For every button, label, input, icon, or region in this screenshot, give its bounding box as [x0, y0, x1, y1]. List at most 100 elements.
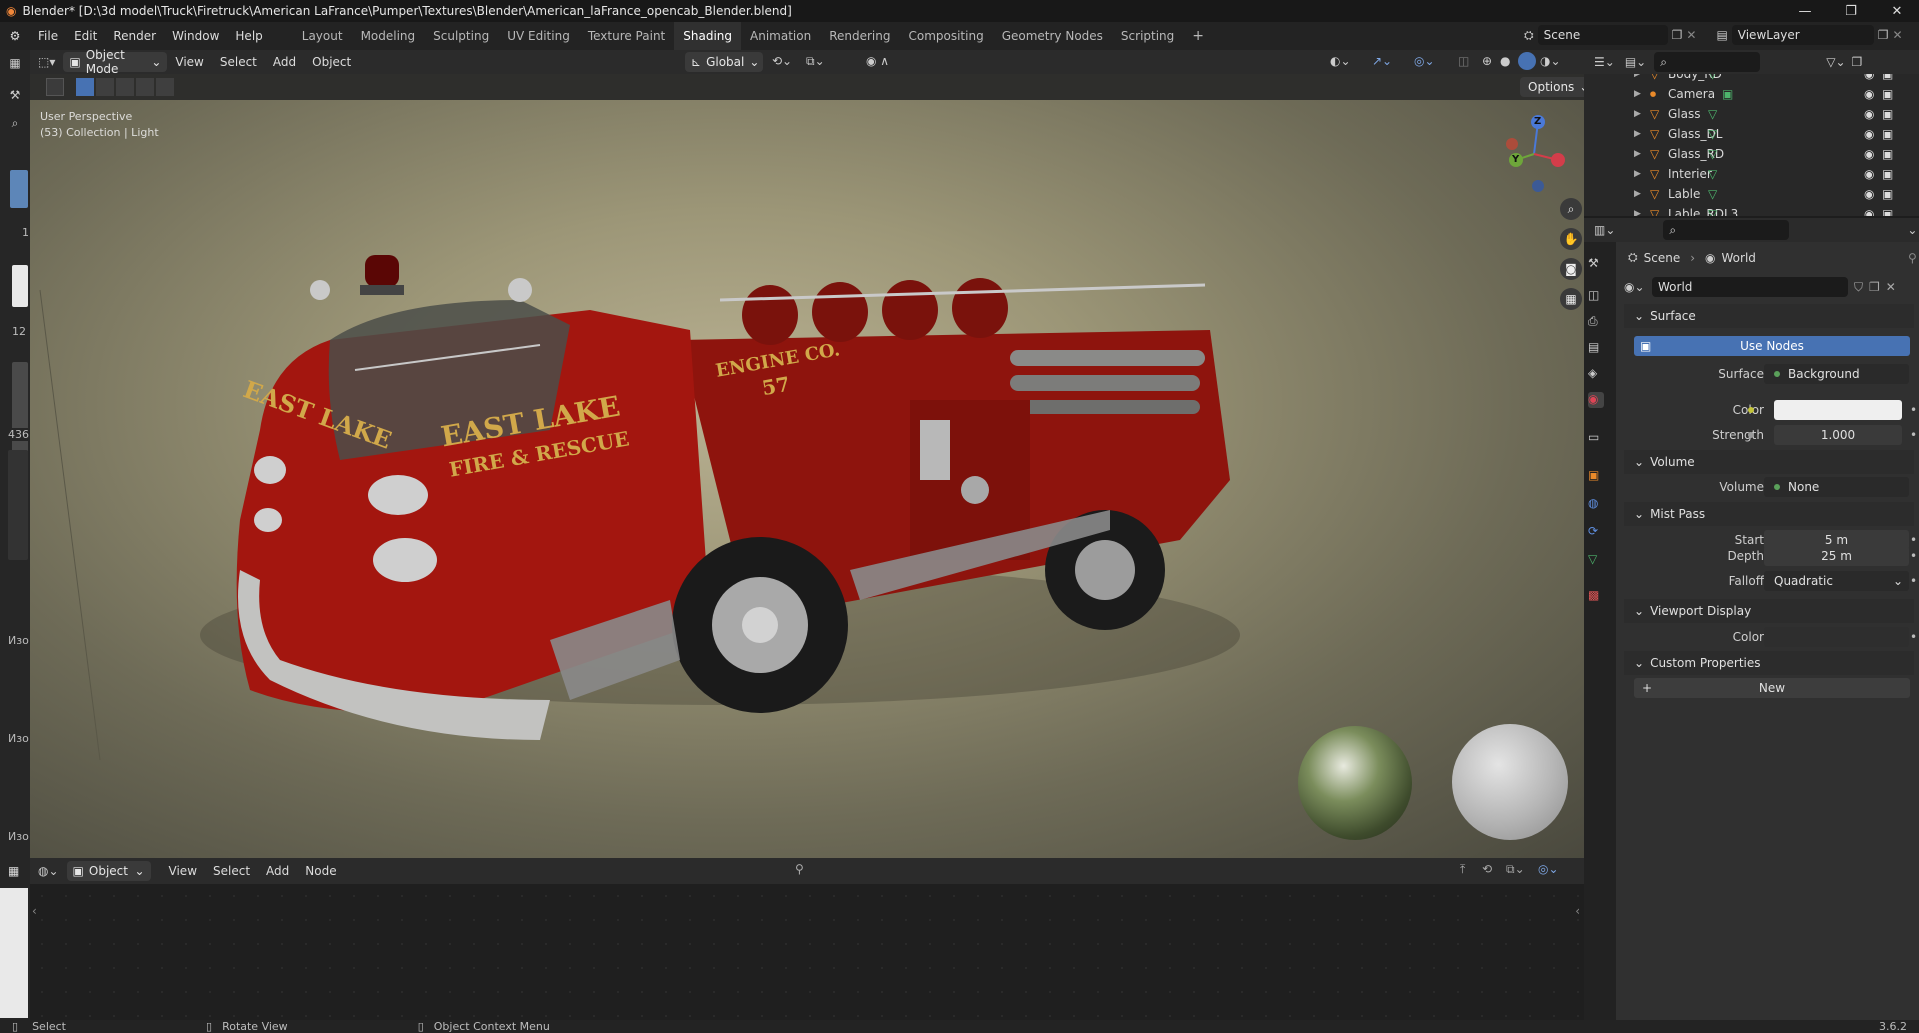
expand-toolbar-icon[interactable]: ‹ [32, 904, 37, 918]
outliner-item[interactable]: ▶ ⏺ Camera ▣ ◉ ▣ [1584, 84, 1893, 104]
pan-hand-icon[interactable]: ✋ [1560, 228, 1582, 250]
new-scene-icon[interactable]: ❐ [1672, 28, 1683, 42]
editor-type-icon[interactable]: ▦ [8, 864, 19, 878]
eye-icon[interactable]: ◉ [1864, 74, 1874, 81]
viewport-menu-add[interactable]: Add [265, 51, 304, 73]
pivot-icon[interactable]: ⟲⌄ [772, 54, 792, 68]
editor-type-icon[interactable]: ⬚▾ [30, 55, 63, 69]
unlink-icon[interactable]: ✕ [1886, 280, 1896, 294]
keyframe-dot-icon[interactable]: • [1910, 549, 1917, 563]
expand-arrow-icon[interactable]: ▶ [1634, 129, 1641, 139]
expand-arrow-icon[interactable]: ▶ [1634, 169, 1641, 179]
snap-icon[interactable]: ⧉⌄ [806, 54, 825, 69]
expand-arrow-icon[interactable]: ▶ [1634, 74, 1641, 79]
world-color-swatch[interactable] [1774, 400, 1902, 420]
viewport-color-swatch[interactable] [1764, 627, 1909, 647]
menu-help[interactable]: Help [227, 22, 270, 50]
camera-render-icon[interactable]: ▣ [1882, 207, 1893, 216]
camera-render-icon[interactable]: ▣ [1882, 87, 1893, 101]
tab-uv-editing[interactable]: UV Editing [498, 22, 579, 50]
keyframe-dot-icon[interactable]: • [1910, 630, 1917, 644]
expand-sidebar-icon[interactable]: ‹ [1575, 904, 1580, 918]
surface-shader-field[interactable]: Background [1764, 364, 1909, 384]
mode-selector[interactable]: ▣ Object Mode ⌄ [63, 48, 168, 76]
pin-icon[interactable]: ⚲ [1908, 251, 1917, 265]
rendered-shading-icon[interactable]: ◑⌄ [1540, 54, 1561, 68]
file-thumbnail[interactable] [8, 450, 28, 560]
properties-search-input[interactable]: ⌕ [1663, 220, 1790, 240]
world-tab-icon[interactable]: ◉ [1588, 392, 1604, 408]
file-thumbnail[interactable] [10, 170, 28, 208]
keyframe-dot-icon[interactable]: • [1910, 428, 1917, 442]
visibility-icon[interactable]: ◐⌄ [1330, 54, 1351, 68]
camera-render-icon[interactable]: ▣ [1882, 167, 1893, 181]
parent-node-icon[interactable]: ⤒ [1460, 862, 1465, 877]
tab-rendering[interactable]: Rendering [820, 22, 899, 50]
eye-icon[interactable]: ◉ [1864, 207, 1874, 216]
camera-render-icon[interactable]: ▣ [1882, 147, 1893, 161]
camera-render-icon[interactable]: ▣ [1882, 107, 1893, 121]
outliner-search-input[interactable]: ⌕ [1654, 52, 1761, 72]
wireframe-shading-icon[interactable]: ⊕ [1482, 54, 1492, 68]
tab-layout[interactable]: Layout [293, 22, 352, 50]
keyframe-dot-icon[interactable]: • [1910, 403, 1917, 417]
menu-file[interactable]: File [30, 22, 66, 50]
add-workspace-icon[interactable]: + [1183, 22, 1213, 50]
tab-compositing[interactable]: Compositing [899, 22, 992, 50]
select-tool-icon[interactable] [46, 78, 64, 96]
outliner-item[interactable]: ▶ ▽ Glass_DL ▽ ◉ ▣ [1584, 124, 1893, 144]
ortho-grid-icon[interactable]: ▦ [1560, 288, 1582, 310]
keyframe-dot-icon[interactable]: • [1910, 574, 1917, 588]
remove-scene-icon[interactable]: ✕ [1686, 28, 1696, 42]
viewport-menu-select[interactable]: Select [212, 51, 265, 73]
object-tab-icon[interactable]: ▣ [1588, 468, 1604, 484]
3d-viewport[interactable]: User Perspective (53) Collection | Light [30, 100, 1584, 858]
constraint-tab-icon[interactable]: ⟳ [1588, 524, 1604, 540]
camera-render-icon[interactable]: ▣ [1882, 74, 1893, 81]
pin-icon[interactable]: ⚲ [795, 862, 804, 876]
eye-icon[interactable]: ◉ [1864, 167, 1874, 181]
expand-arrow-icon[interactable]: ▶ [1634, 189, 1641, 199]
overlay-toggle-icon[interactable]: ◎⌄ [1414, 54, 1435, 68]
outliner-item[interactable]: ▶ ▽ Interier ▽ ◉ ▣ [1584, 164, 1893, 184]
menu-render[interactable]: Render [105, 22, 164, 50]
tool-icon[interactable]: ⚒ [4, 88, 26, 106]
viewport-menu-object[interactable]: Object [304, 51, 359, 73]
camera-view-icon[interactable]: ◙ [1560, 258, 1582, 280]
collection-tab-icon[interactable]: ▭ [1588, 430, 1604, 446]
eye-icon[interactable]: ◉ [1864, 107, 1874, 121]
custom-properties-section-header[interactable]: ⌄ Custom Properties [1624, 651, 1914, 675]
node-menu-select[interactable]: Select [205, 860, 258, 882]
expand-arrow-icon[interactable]: ▶ [1634, 209, 1641, 216]
material-preview-shading-icon[interactable] [1518, 52, 1536, 70]
modifier-tab-icon[interactable]: ◍ [1588, 496, 1604, 512]
proportional-edit-icon[interactable]: ◉ ∧ [866, 54, 889, 68]
solid-shading-icon[interactable]: ● [1500, 54, 1510, 68]
zoom-icon[interactable]: ⌕ [1560, 198, 1582, 220]
expand-arrow-icon[interactable]: ▶ [1634, 109, 1641, 119]
node-menu-add[interactable]: Add [258, 860, 297, 882]
editor-type-icon[interactable]: ☰⌄ [1584, 55, 1625, 69]
viewport-menu-view[interactable]: View [167, 51, 211, 73]
expand-arrow-icon[interactable]: ▶ [1634, 89, 1641, 99]
menu-window[interactable]: Window [164, 22, 227, 50]
editor-type-icon[interactable]: ◍⌄ [30, 864, 67, 878]
render-tab-icon[interactable]: ◫ [1588, 288, 1604, 304]
world-name-field[interactable]: World [1652, 277, 1848, 297]
outliner-list[interactable]: ▶ ▽ Body_RD ▽ ◉ ▣ ▶ ⏺ Camera ▣ ◉ ▣ ▶ ▽ Glass ▽ ◉ ▣ ▶ ▽ Glass… [1584, 74, 1919, 216]
new-custom-property-button[interactable]: + New [1634, 678, 1910, 698]
strength-input[interactable]: 1.000 [1774, 425, 1902, 445]
menu-edit[interactable]: Edit [66, 22, 105, 50]
outliner-item[interactable]: ▶ ▽ Glass_RD ▽ ◉ ▣ [1584, 144, 1893, 164]
scene-tab-icon[interactable]: ◈ [1588, 366, 1604, 382]
tab-geometry-nodes[interactable]: Geometry Nodes [993, 22, 1112, 50]
strength-socket-icon[interactable] [1748, 432, 1754, 438]
node-editor-canvas[interactable]: ‹ ‹ [30, 884, 1584, 1020]
camera-render-icon[interactable]: ▣ [1882, 127, 1893, 141]
data-tab-icon[interactable]: ▽ [1588, 552, 1604, 568]
display-mode-icon[interactable]: ▤⌄ [1625, 55, 1646, 69]
world-datablock[interactable]: ◉⌄ World ⛉ ❐ ✕ [1624, 276, 1914, 298]
new-viewlayer-icon[interactable]: ❐ [1878, 28, 1889, 42]
blender-menu-icon[interactable]: ⚙ [0, 29, 30, 43]
transform-orientation-dropdown[interactable]: ⊾ Global ⌄ [685, 52, 763, 72]
